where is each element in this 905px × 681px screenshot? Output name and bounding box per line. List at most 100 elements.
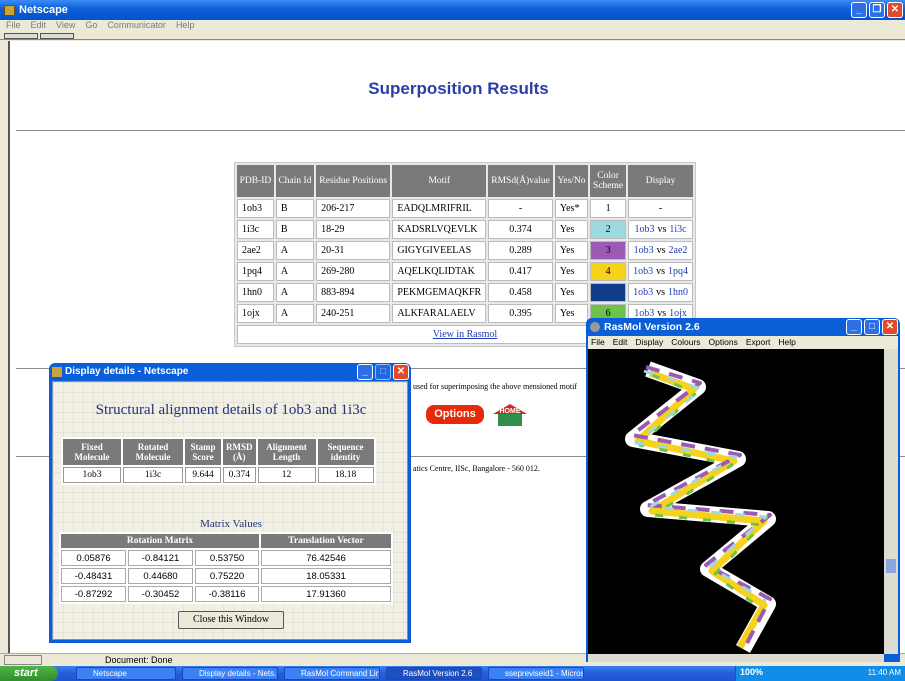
matrix-cell: -0.38116 [195, 586, 259, 602]
rasmol-horizontal-scrollbar[interactable] [588, 654, 884, 662]
col-rmsd: RMSd(Å)value [488, 165, 553, 197]
rasmol-menu-file[interactable]: File [591, 336, 605, 349]
rasmol-menu-colours[interactable]: Colours [671, 336, 700, 349]
menu-communicator[interactable]: Communicator [107, 20, 166, 32]
matrix-table: Rotation Matrix Translation Vector 0.058… [59, 532, 393, 604]
rasmol-menu-help[interactable]: Help [778, 336, 795, 349]
details-body: Structural alignment details of 1ob3 and… [52, 381, 408, 640]
netscape-icon [52, 367, 62, 377]
rmsd-cell: 0.458 [488, 283, 553, 302]
matrix-cell: 0.75220 [195, 568, 259, 584]
col-motif: Motif [392, 165, 487, 197]
rasmol-scroll-thumb[interactable] [886, 559, 896, 573]
task-word-document[interactable]: ssepreviseid1 - Micros... [488, 667, 584, 680]
home-icon[interactable]: HOME [489, 402, 531, 428]
color-scheme-cell: 2 [590, 220, 627, 239]
rasmol-menu-display[interactable]: Display [635, 336, 663, 349]
display-cell: - [628, 199, 693, 218]
display-link-fixed[interactable]: 1ob3 [634, 224, 654, 235]
translation-cell: 18.05331 [261, 568, 391, 584]
close-window-button[interactable]: Close this Window [178, 611, 284, 629]
residue-positions-cell: 20-31 [316, 241, 391, 260]
toolbar-grip-1[interactable] [4, 33, 38, 39]
fixed-molecule-header: Fixed Molecule [63, 439, 121, 465]
molecule-viewport[interactable] [588, 349, 884, 654]
netscape-icon [4, 4, 15, 16]
pdb-id-cell: 1ojx [237, 304, 274, 323]
motif-cell: PEKMGEMAQKFR [392, 283, 487, 302]
divider-top [16, 130, 905, 131]
rasmol-window-controls: _ □ ✕ [846, 319, 898, 335]
matrix-cell: 0.53750 [195, 550, 259, 566]
display-link-fixed[interactable]: 1ob3 [634, 245, 654, 256]
table-row: 1i3c B 18-29 KADSRLVQEVLK 0.374 Yes 2 1ob3 vs 1i3… [237, 220, 693, 239]
motif-cell: EADQLMRIFRIL [392, 199, 487, 218]
task-rasmol-command-line[interactable]: RasMol Command Line [284, 667, 380, 680]
rasmol-vertical-scrollbar[interactable] [884, 349, 898, 654]
display-link-fixed[interactable]: 1ob3 [633, 266, 653, 277]
chain-id-cell: B [275, 199, 315, 218]
yes-no-cell: Yes [554, 304, 589, 323]
display-link-rotated[interactable]: 2ae2 [669, 245, 688, 256]
start-button[interactable]: start [0, 666, 58, 681]
menu-view[interactable]: View [56, 20, 75, 32]
fixed-molecule-value: 1ob3 [63, 467, 121, 483]
pdb-id-cell: 1ob3 [237, 199, 274, 218]
menu-edit[interactable]: Edit [31, 20, 47, 32]
pdb-id-cell: 2ae2 [237, 241, 274, 260]
residue-positions-cell: 240-251 [316, 304, 391, 323]
sequence-identity-header: Sequence identity [317, 439, 374, 465]
toolbar-grip-2[interactable] [40, 33, 74, 39]
minimize-button[interactable]: _ [851, 2, 867, 18]
display-link-rotated[interactable]: 1pq4 [668, 266, 688, 277]
options-button[interactable]: Options [426, 405, 484, 424]
task-display-details[interactable]: Display details - Nets... [182, 667, 278, 680]
translation-cell: 76.42546 [261, 550, 391, 566]
rasmol-menu-edit[interactable]: Edit [613, 336, 628, 349]
security-icon[interactable] [4, 655, 42, 665]
display-link-rotated[interactable]: 1i3c [669, 224, 686, 235]
details-minimize-button[interactable]: _ [357, 364, 373, 380]
alignment-length-header: Alignment Length [257, 439, 316, 465]
menu-go[interactable]: Go [85, 20, 97, 32]
task-netscape[interactable]: Netscape [76, 667, 176, 680]
rasmol-maximize-button[interactable]: □ [864, 319, 880, 335]
display-link-rotated[interactable]: 1hn0 [668, 287, 688, 298]
rotation-matrix-header: Rotation Matrix [61, 534, 259, 548]
pdb-id-cell: 1i3c [237, 220, 274, 239]
home-label: HOME [500, 408, 521, 415]
details-close-icon[interactable]: ✕ [393, 364, 409, 380]
browser-titlebar: Netscape _ ❐ ✕ [0, 0, 905, 20]
window-controls: _ ❐ ✕ [851, 2, 903, 18]
matrix-cell: 0.44680 [128, 568, 194, 584]
display-link-fixed[interactable]: 1ob3 [633, 287, 653, 298]
clock[interactable]: 11:40 AM [868, 668, 901, 677]
rasmol-menu-export[interactable]: Export [746, 336, 771, 349]
rmsd-cell: - [488, 199, 553, 218]
rasmol-menu-options[interactable]: Options [709, 336, 738, 349]
rasmol-close-icon[interactable]: ✕ [882, 319, 898, 335]
browser-title: Netscape [19, 4, 68, 16]
motif-cell: KADSRLVQEVLK [392, 220, 487, 239]
display-empty: - [658, 203, 663, 214]
stamp-score-header: Stamp Score [185, 439, 221, 465]
residue-positions-cell: 269-280 [316, 262, 391, 281]
rotated-molecule-header: Rotated Molecule [123, 439, 183, 465]
helix-rendering [625, 361, 776, 653]
system-tray: 100% 11:40 AM [735, 666, 905, 681]
view-in-rasmol-link[interactable]: View in Rasmol [433, 329, 497, 340]
restore-button[interactable]: ❐ [869, 2, 885, 18]
matrix-cell: 0.05876 [61, 550, 127, 566]
close-button[interactable]: ✕ [887, 2, 903, 18]
matrix-row: -0.87292 -0.30452 -0.38116 17.91360 [61, 586, 391, 602]
sequence-identity-value: 18.18 [317, 467, 374, 483]
details-title: Display details - Netscape [65, 366, 189, 377]
menu-help[interactable]: Help [176, 20, 195, 32]
alignment-table: Fixed Molecule Rotated Molecule Stamp Sc… [61, 437, 376, 485]
col-chain-id: Chain Id [275, 165, 315, 197]
task-rasmol-version[interactable]: RasMol Version 2.6 [386, 667, 482, 680]
menu-file[interactable]: File [6, 20, 21, 32]
rasmol-minimize-button[interactable]: _ [846, 319, 862, 335]
details-maximize-button[interactable]: □ [375, 364, 391, 380]
rasmol-menubar: File Edit Display Colours Options Export… [588, 336, 898, 349]
